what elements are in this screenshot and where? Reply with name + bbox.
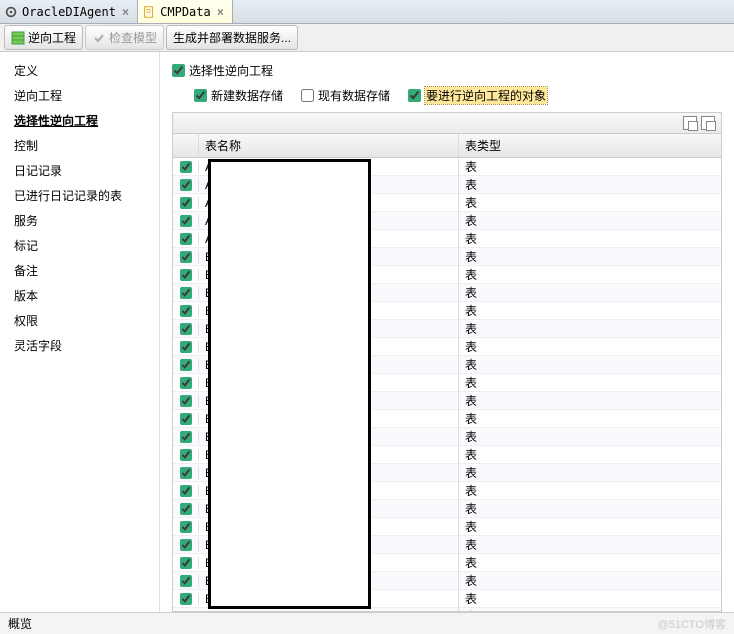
gear-icon [4, 5, 18, 19]
row-checkbox[interactable] [180, 161, 192, 173]
check-icon [92, 31, 106, 45]
checkbox-label: 新建数据存储 [211, 87, 283, 104]
sidebar-item[interactable]: 版本 [0, 283, 159, 308]
checkbox-input[interactable] [301, 89, 314, 102]
grid-toolbar [172, 112, 722, 133]
row-checkbox[interactable] [180, 251, 192, 263]
checkbox-label: 选择性逆向工程 [189, 62, 273, 79]
row-checkbox[interactable] [180, 413, 192, 425]
row-checkbox[interactable] [180, 305, 192, 317]
row-checkbox[interactable] [180, 359, 192, 371]
tab-oracle-agent[interactable]: OracleDIAgent × [0, 0, 138, 23]
row-checkbox[interactable] [180, 215, 192, 227]
tab-label: CMPData [160, 5, 211, 19]
row-checkbox[interactable] [180, 521, 192, 533]
redaction-overlay [208, 159, 371, 609]
button-label: 检查模型 [109, 29, 157, 46]
sidebar-item[interactable]: 逆向工程 [0, 83, 159, 108]
tab-cmpdata[interactable]: CMPData × [138, 0, 233, 23]
name-column-header[interactable]: 表名称 [199, 134, 459, 157]
row-checkbox[interactable] [180, 269, 192, 281]
row-checkbox[interactable] [180, 395, 192, 407]
button-label: 生成并部署数据服务... [173, 29, 291, 46]
row-checkbox[interactable] [180, 431, 192, 443]
checkbox-input[interactable] [194, 89, 207, 102]
row-type-cell: 表 [459, 605, 721, 612]
table-header: 表名称 表类型 [173, 134, 721, 158]
sidebar-item[interactable]: 已进行日记记录的表 [0, 183, 159, 208]
sidebar-item[interactable]: 选择性逆向工程 [0, 108, 159, 133]
row-checkbox[interactable] [180, 233, 192, 245]
row-checkbox[interactable] [180, 341, 192, 353]
close-icon[interactable]: × [122, 5, 129, 19]
row-checkbox[interactable] [180, 449, 192, 461]
row-checkbox[interactable] [180, 377, 192, 389]
select-all-icon[interactable] [683, 116, 697, 130]
row-checkbox[interactable] [180, 197, 192, 209]
document-icon [142, 5, 156, 19]
row-checkbox[interactable] [180, 593, 192, 605]
row-checkbox[interactable] [180, 179, 192, 191]
row-checkbox[interactable] [180, 503, 192, 515]
reverse-button[interactable]: 逆向工程 [4, 25, 83, 50]
close-icon[interactable]: × [217, 5, 224, 19]
deselect-all-icon[interactable] [701, 116, 715, 130]
row-checkbox[interactable] [180, 323, 192, 335]
checkbox-column-header[interactable] [173, 134, 199, 157]
generate-deploy-button[interactable]: 生成并部署数据服务... [166, 25, 298, 50]
tab-bar: OracleDIAgent × CMPData × [0, 0, 734, 24]
button-label: 逆向工程 [28, 29, 76, 46]
row-checkbox[interactable] [180, 467, 192, 479]
overview-tab[interactable]: 概览 [8, 615, 32, 632]
objects-to-reverse-checkbox[interactable]: 要进行逆向工程的对象 [408, 87, 547, 104]
grid-icon [11, 31, 25, 45]
sidebar-item[interactable]: 灵活字段 [0, 333, 159, 358]
row-checkbox[interactable] [180, 485, 192, 497]
checkbox-label: 现有数据存储 [318, 87, 390, 104]
existing-datastore-checkbox[interactable]: 现有数据存储 [301, 87, 390, 104]
checkbox-input[interactable] [408, 89, 421, 102]
selective-reverse-checkbox[interactable]: 选择性逆向工程 [172, 62, 273, 79]
sidebar-nav: 定义逆向工程选择性逆向工程控制日记记录已进行日记记录的表服务标记备注版本权限灵活… [0, 52, 160, 612]
watermark: @51CTO博客 [658, 616, 726, 632]
sidebar-item[interactable]: 权限 [0, 308, 159, 333]
sidebar-item[interactable]: 定义 [0, 58, 159, 83]
row-checkbox[interactable] [180, 287, 192, 299]
type-column-header[interactable]: 表类型 [459, 134, 721, 157]
footer-bar: 概览 @51CTO博客 [0, 612, 734, 634]
row-checkbox[interactable] [180, 557, 192, 569]
toolbar: 逆向工程 检查模型 生成并部署数据服务... [0, 24, 734, 52]
row-checkbox[interactable] [180, 539, 192, 551]
row-checkbox[interactable] [180, 575, 192, 587]
new-datastore-checkbox[interactable]: 新建数据存储 [194, 87, 283, 104]
check-model-button[interactable]: 检查模型 [85, 25, 164, 50]
tab-label: OracleDIAgent [22, 5, 116, 19]
checkbox-label: 要进行逆向工程的对象 [425, 87, 547, 104]
sidebar-item[interactable]: 日记记录 [0, 158, 159, 183]
sidebar-item[interactable]: 标记 [0, 233, 159, 258]
sidebar-item[interactable]: 备注 [0, 258, 159, 283]
checkbox-input[interactable] [172, 64, 185, 77]
sidebar-item[interactable]: 服务 [0, 208, 159, 233]
sidebar-item[interactable]: 控制 [0, 133, 159, 158]
